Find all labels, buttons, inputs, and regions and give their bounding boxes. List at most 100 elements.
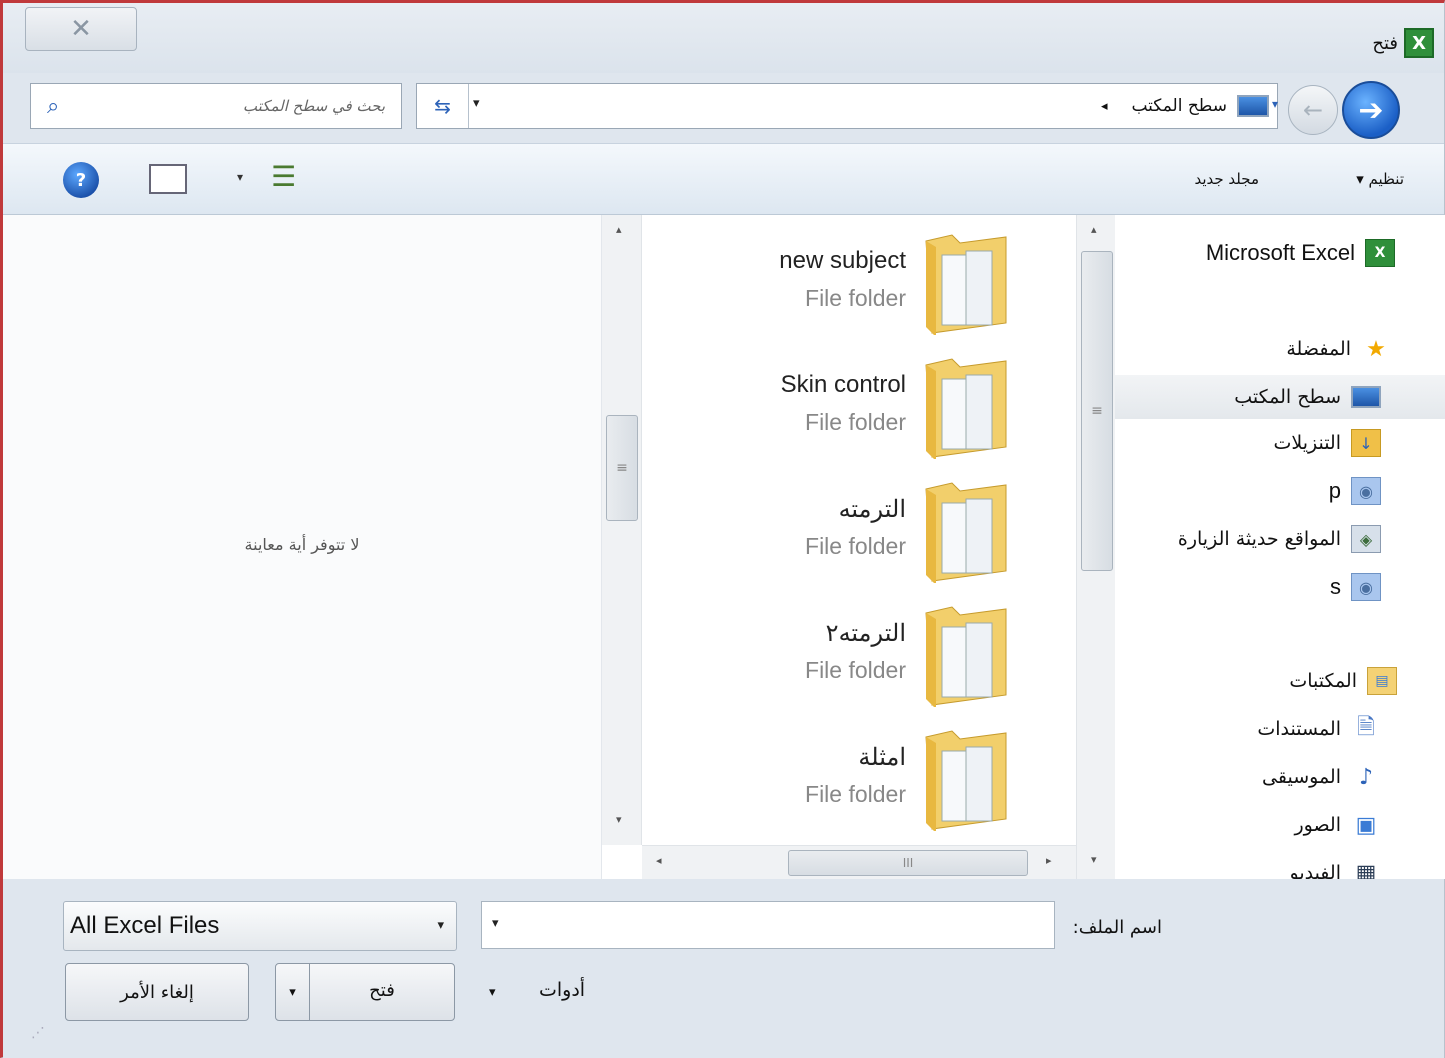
list-item[interactable]: الترمته File folder [642, 469, 1072, 593]
folder-icon [925, 234, 1007, 335]
downloads-folder-icon: ↓ [1351, 429, 1381, 457]
nav-pane-vertical-scrollbar[interactable]: ▴ ≡ ▾ [1076, 215, 1116, 879]
folder-name: Skin control [780, 371, 906, 398]
navigation-buttons: ▾ ← ➔ [1272, 79, 1432, 139]
nav-item-s[interactable]: s ◉ [1115, 565, 1445, 609]
organize-button[interactable]: تنظيم ▾ [1356, 170, 1404, 188]
file-type-select[interactable]: All Excel Files ▾ [63, 901, 457, 951]
folder-name: new subject [779, 247, 906, 274]
grip-icon: III [902, 856, 914, 870]
navigation-pane: Microsoft Excel X المفضلة ★ سطح المكتب ا… [1115, 215, 1445, 879]
nav-item-label: Microsoft Excel [1205, 240, 1355, 265]
scroll-thumb[interactable]: III [788, 850, 1028, 876]
scroll-up-icon[interactable]: ▴ [1091, 223, 1097, 236]
list-item[interactable]: new subject File folder [642, 221, 1072, 345]
nav-item-p[interactable]: p ◉ [1115, 469, 1445, 513]
file-list-horizontal-scrollbar[interactable]: ◂ III ▸ [642, 845, 1076, 879]
user-folder-icon: ◉ [1351, 573, 1381, 601]
refresh-button[interactable]: ⇆ [417, 84, 469, 128]
folder-type: File folder [805, 285, 906, 311]
open-options-dropdown-icon[interactable]: ▾ [276, 964, 310, 1020]
breadcrumb: سطح المكتب ◂ [1101, 90, 1269, 122]
breadcrumb-separator-icon[interactable]: ◂ [1101, 99, 1108, 114]
no-preview-text: لا تتوفر أية معاينة [244, 535, 360, 554]
scroll-left-icon[interactable]: ◂ [656, 854, 662, 867]
tools-dropdown-icon[interactable]: ▾ [489, 985, 496, 1000]
nav-item-label: المكتبات [1289, 670, 1357, 692]
scroll-down-icon[interactable]: ▾ [616, 813, 622, 826]
folder-icon [925, 730, 1007, 831]
list-item[interactable]: Skin control File folder [642, 345, 1072, 469]
nav-item-music[interactable]: الموسيقى ♪ [1115, 755, 1445, 799]
nav-item-downloads[interactable]: التنزيلات ↓ [1115, 421, 1445, 465]
nav-item-label: الصور [1294, 814, 1341, 836]
close-button[interactable]: ✕ [25, 7, 137, 51]
history-dropdown-icon[interactable]: ▾ [1272, 97, 1278, 111]
content-area: لا تتوفر أية معاينة ▴ ≡ ▾ new subject Fi… [3, 215, 1445, 879]
scroll-thumb[interactable]: ≡ [606, 415, 638, 521]
file-list: ▴ ≡ ▾ new subject File folder Skin contr… [601, 215, 1116, 879]
nav-item-label: الفيديو [1289, 862, 1342, 879]
filename-label: اسم الملف: [1072, 917, 1162, 938]
scroll-up-icon[interactable]: ▴ [616, 223, 622, 236]
user-folder-icon: ◉ [1351, 477, 1381, 505]
back-button[interactable]: ← [1288, 85, 1338, 135]
address-bar[interactable]: ⇆ ▾ سطح المكتب ◂ [416, 83, 1278, 129]
help-icon[interactable]: ? [63, 162, 99, 198]
recent-places-icon: ◈ [1351, 525, 1381, 553]
breadcrumb-item-desktop[interactable]: سطح المكتب [1131, 96, 1227, 116]
search-input[interactable]: ⌕ بحث في سطح المكتب [30, 83, 402, 129]
scroll-down-icon[interactable]: ▾ [1091, 853, 1097, 866]
search-icon[interactable]: ⌕ [47, 94, 59, 119]
list-item[interactable]: امثلة File folder [642, 717, 1072, 841]
command-toolbar: تنظيم ▾ مجلد جديد ? ▾ ☰ [3, 143, 1444, 215]
documents-icon: 🗎 [1357, 715, 1375, 740]
view-options-dropdown-icon[interactable]: ▾ [237, 170, 243, 184]
file-list-vertical-scrollbar[interactable]: ▴ ≡ ▾ [602, 215, 642, 845]
close-icon: ✕ [70, 14, 92, 44]
nav-item-desktop[interactable]: سطح المكتب [1115, 375, 1445, 419]
nav-item-favorites[interactable]: المفضلة ★ [1115, 327, 1445, 371]
file-type-value: All Excel Files [70, 912, 220, 939]
preview-pane: لا تتوفر أية معاينة [3, 215, 601, 879]
forward-button[interactable]: ➔ [1342, 81, 1400, 139]
folder-type: File folder [805, 657, 906, 683]
folder-name: الترمته٢ [825, 620, 906, 647]
folder-type: File folder [805, 533, 906, 559]
change-view-icon[interactable]: ☰ [271, 160, 296, 193]
folder-icon [925, 482, 1007, 583]
tools-button[interactable]: أدوات [539, 979, 585, 1001]
filename-field[interactable]: ▾ [481, 901, 1055, 949]
open-button[interactable]: ▾ فتح [275, 963, 455, 1021]
nav-item-documents[interactable]: المستندات 🗎 [1115, 707, 1445, 751]
grip-icon: ≡ [1091, 403, 1103, 419]
music-icon: ♪ [1358, 764, 1374, 790]
libraries-icon: ▤ [1367, 667, 1397, 695]
nav-item-recent-places[interactable]: المواقع حديثة الزيارة ◈ [1115, 517, 1445, 561]
new-folder-button[interactable]: مجلد جديد [1194, 170, 1259, 188]
nav-item-label: s [1330, 574, 1341, 599]
address-dropdown-icon[interactable]: ▾ [473, 96, 480, 111]
forward-arrow-icon: ➔ [1358, 92, 1384, 128]
grip-icon: ≡ [616, 460, 628, 476]
nav-item-libraries[interactable]: المكتبات ▤ [1115, 659, 1445, 703]
filename-dropdown-icon[interactable]: ▾ [492, 916, 499, 931]
scroll-right-icon[interactable]: ▸ [1046, 854, 1052, 867]
video-icon: ▦ [1355, 860, 1377, 880]
cancel-button[interactable]: إلغاء الأمر [65, 963, 249, 1021]
list-item[interactable]: الترمته٢ File folder [642, 593, 1072, 717]
title-bar: ✕ X فتح [3, 3, 1444, 73]
excel-app-icon: X [1404, 28, 1434, 58]
folder-icon [925, 358, 1007, 459]
folder-type: File folder [805, 781, 906, 807]
nav-item-microsoft-excel[interactable]: Microsoft Excel X [1115, 231, 1445, 275]
preview-pane-toggle-icon[interactable] [149, 164, 187, 194]
open-button-label: فتح [369, 980, 395, 1001]
nav-item-label: التنزيلات [1273, 432, 1341, 454]
nav-item-label: الموسيقى [1262, 766, 1341, 788]
dialog-footer: اسم الملف: ▾ All Excel Files ▾ أدوات ▾ ▾… [3, 879, 1444, 1058]
nav-item-pictures[interactable]: الصور ▣ [1115, 803, 1445, 847]
resize-grip-icon[interactable]: ⋰ [31, 1025, 45, 1041]
nav-item-video[interactable]: الفيديو ▦ [1115, 851, 1445, 880]
scroll-thumb[interactable]: ≡ [1081, 251, 1113, 571]
